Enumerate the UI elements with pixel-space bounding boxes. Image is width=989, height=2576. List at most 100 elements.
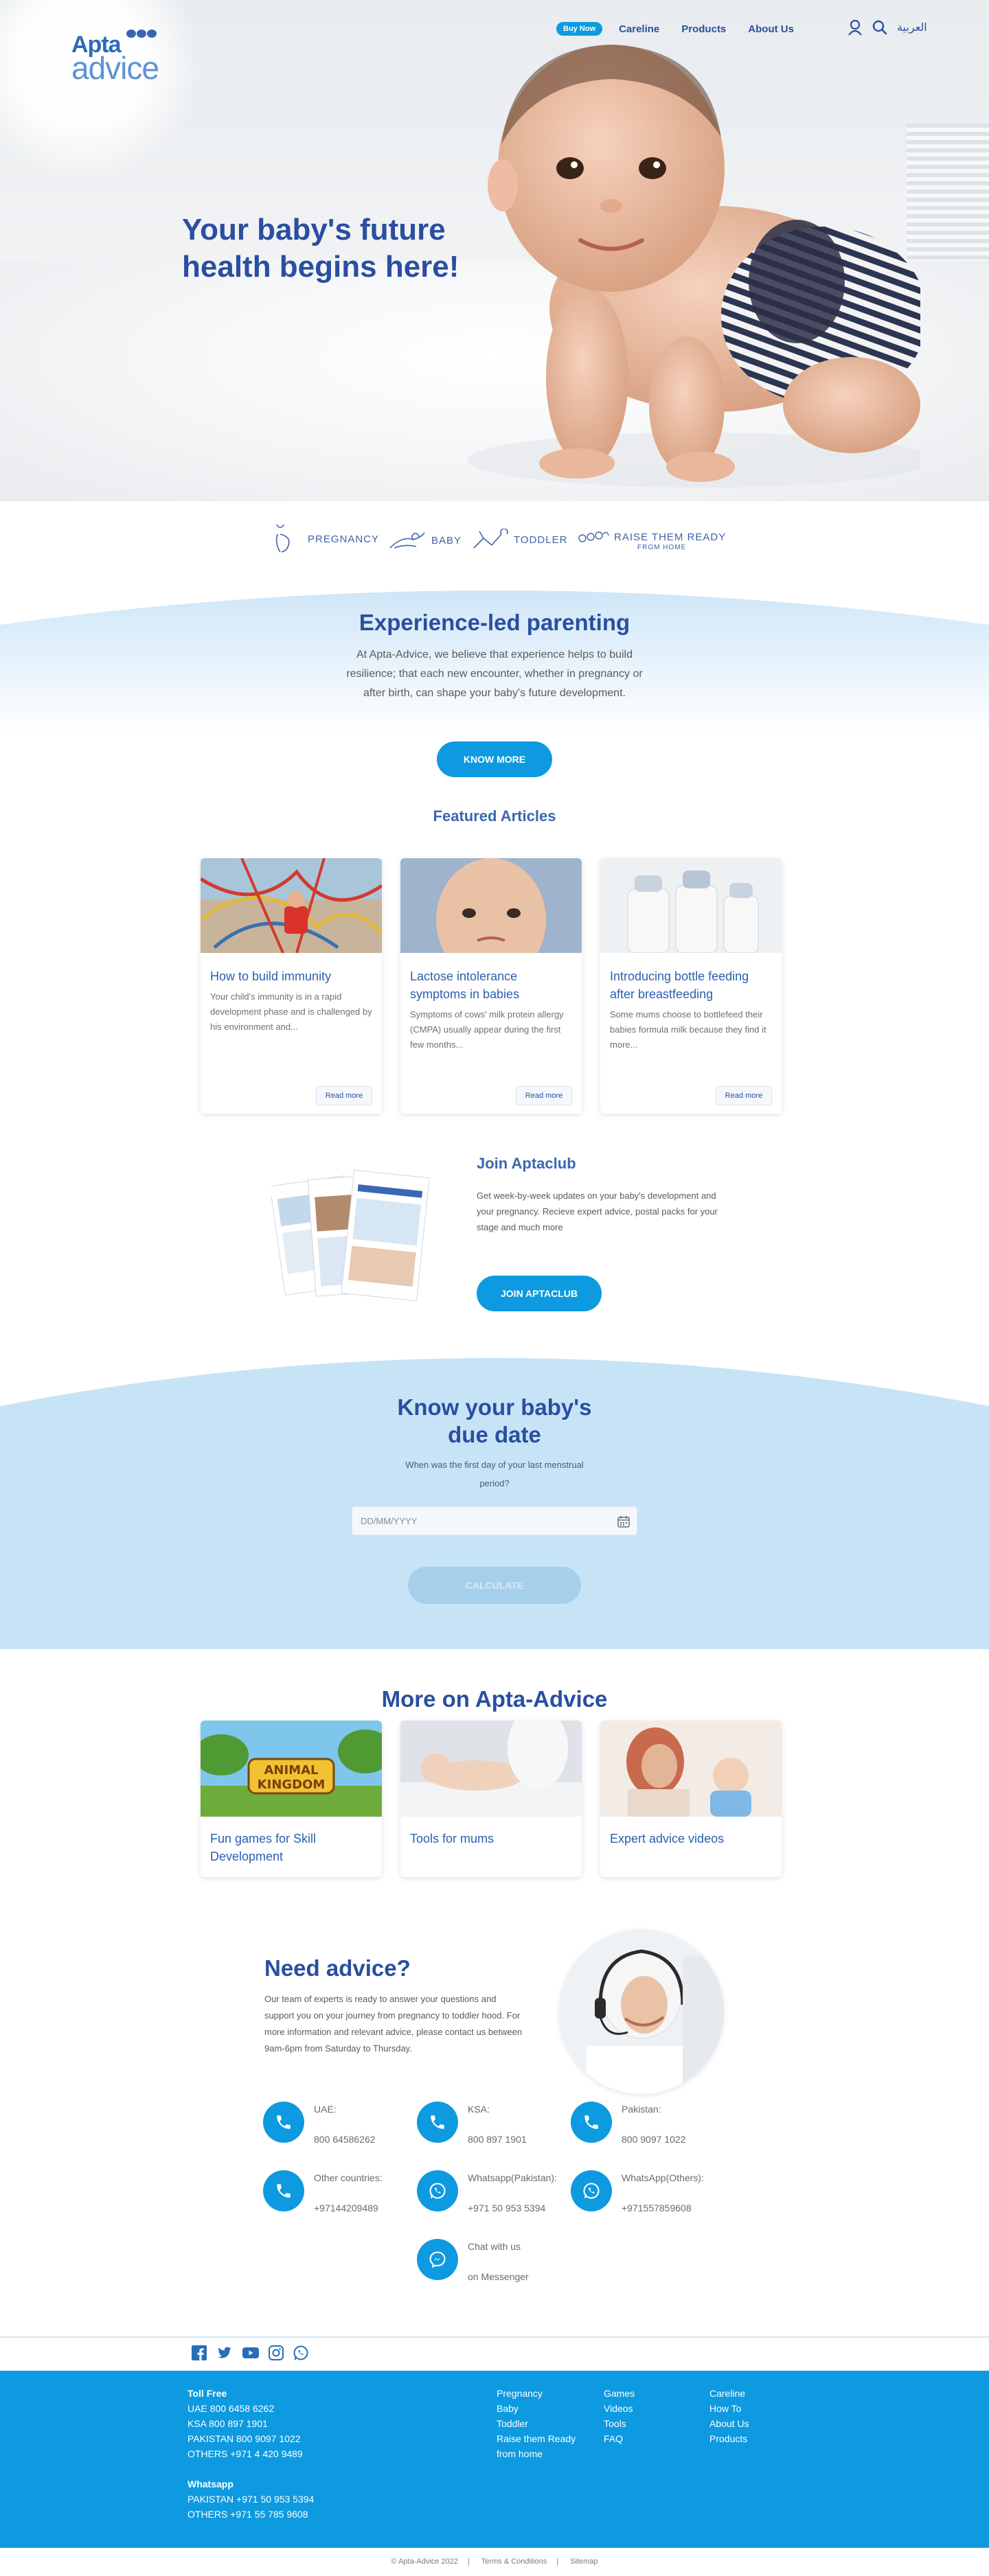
aptaclub-brochures-image xyxy=(271,1169,429,1302)
footer-link[interactable]: Toddler xyxy=(497,2416,576,2431)
article-title[interactable]: Lactose intolerance symptoms in babies xyxy=(400,967,582,1003)
hero-baby-image xyxy=(467,45,920,487)
footer-phone[interactable]: KSA 800 897 1901 xyxy=(187,2416,314,2431)
pregnancy-icon xyxy=(275,525,290,553)
contact-label: UAE: xyxy=(314,2104,337,2115)
more-card-title[interactable]: Fun games for Skill Development xyxy=(201,1830,382,1865)
footer-phone[interactable]: OTHERS +971 55 785 9608 xyxy=(187,2507,314,2522)
phone-icon[interactable] xyxy=(263,2170,304,2211)
terms-link[interactable]: Terms & Conditions xyxy=(481,2557,547,2566)
buy-now-button[interactable]: Buy Now xyxy=(556,22,603,36)
stage-toddler[interactable]: TODDLER xyxy=(471,529,567,551)
read-more-button[interactable]: Read more xyxy=(516,1086,572,1105)
stage-raise-them-ready[interactable]: RAISE THEM READY FROM HOME xyxy=(577,529,727,551)
due-date-title: Know your baby's due date xyxy=(0,1394,989,1449)
nav-about-us[interactable]: About Us xyxy=(748,23,794,35)
footer-link[interactable]: Games xyxy=(604,2386,635,2401)
contact-label: Whatsapp(Pakistan): xyxy=(468,2172,557,2183)
article-title[interactable]: How to build immunity xyxy=(201,967,382,985)
date-input[interactable]: DD/MM/YYYY xyxy=(352,1506,637,1535)
footer-link[interactable]: Products xyxy=(709,2431,749,2446)
user-icon[interactable] xyxy=(848,19,863,36)
stage-baby[interactable]: BABY xyxy=(389,530,462,551)
more-card-games[interactable]: ANIMAL KINGDOM Fun games for Skill Devel… xyxy=(201,1721,382,1877)
read-more-button[interactable]: Read more xyxy=(316,1086,372,1105)
whatsapp-icon[interactable] xyxy=(417,2170,458,2211)
calculate-button[interactable]: CALCULATE xyxy=(408,1567,581,1604)
contact-other-countries[interactable]: Other countries: +97144209489 xyxy=(263,2170,383,2216)
stage-label: TODDLER xyxy=(514,533,568,546)
more-card-videos[interactable]: Expert advice videos xyxy=(600,1721,782,1877)
more-card-tools[interactable]: Tools for mums xyxy=(400,1721,582,1877)
calendar-icon[interactable] xyxy=(617,1515,630,1528)
stage-label: BABY xyxy=(431,534,462,547)
footer-phone[interactable]: OTHERS +971 4 420 9489 xyxy=(187,2446,314,2461)
contact-value[interactable]: 800 897 1901 xyxy=(468,2132,527,2148)
contact-value[interactable]: on Messenger xyxy=(468,2269,529,2285)
more-title: More on Apta-Advice xyxy=(381,1686,608,1712)
more-card-title[interactable]: Tools for mums xyxy=(400,1830,582,1848)
baby-icon xyxy=(389,532,425,549)
tools-for-mums-image xyxy=(400,1721,582,1817)
article-card[interactable]: Lactose intolerance symptoms in babies S… xyxy=(400,858,582,1114)
expert-advice-image xyxy=(600,1721,782,1817)
article-card[interactable]: Introducing bottle feeding after breastf… xyxy=(600,858,782,1114)
facebook-icon[interactable] xyxy=(191,2345,207,2365)
footer-link[interactable]: About Us xyxy=(709,2416,749,2431)
whatsapp-icon[interactable] xyxy=(571,2170,612,2211)
twitter-icon[interactable] xyxy=(216,2345,234,2365)
contact-value[interactable]: 800 64586262 xyxy=(314,2132,376,2148)
messenger-icon[interactable] xyxy=(417,2239,458,2280)
contact-pakistan[interactable]: Pakistan: 800 9097 1022 xyxy=(571,2102,685,2148)
stage-links: PREGNANCY BABY TODDLER RAISE THEM READY … xyxy=(0,522,989,556)
contact-ksa[interactable]: KSA: 800 897 1901 xyxy=(417,2102,527,2148)
contact-uae[interactable]: UAE: 800 64586262 xyxy=(263,2102,376,2148)
contact-messenger[interactable]: Chat with us on Messenger xyxy=(417,2239,529,2285)
careline-agent-photo xyxy=(559,1929,724,2094)
contact-value[interactable]: +971 50 953 5394 xyxy=(468,2200,557,2216)
contact-value[interactable]: 800 9097 1022 xyxy=(622,2132,685,2148)
sitemap-link[interactable]: Sitemap xyxy=(570,2557,598,2566)
instagram-icon[interactable] xyxy=(268,2345,284,2365)
join-aptaclub-text: Get week-by-week updates on your baby's … xyxy=(477,1191,718,1232)
phone-icon[interactable] xyxy=(263,2102,304,2143)
read-more-button[interactable]: Read more xyxy=(716,1086,772,1105)
footer-link[interactable]: Videos xyxy=(604,2401,635,2416)
footer-link[interactable]: from home xyxy=(497,2446,576,2461)
youtube-icon[interactable] xyxy=(242,2345,260,2365)
footer-phone[interactable]: PAKISTAN +971 50 953 5394 xyxy=(187,2492,314,2507)
need-advice-title: Need advice? xyxy=(264,1955,411,1981)
stage-label: RAISE THEM READY xyxy=(614,531,727,543)
join-aptaclub-button[interactable]: JOIN APTACLUB xyxy=(477,1276,602,1311)
footer-link[interactable]: Pregnancy xyxy=(497,2386,576,2401)
article-title[interactable]: Introducing bottle feeding after breastf… xyxy=(600,967,782,1003)
footer-link[interactable]: FAQ xyxy=(604,2431,635,2446)
footer-heading: Whatsapp xyxy=(187,2479,234,2489)
footer-link[interactable]: Baby xyxy=(497,2401,576,2416)
nav-products[interactable]: Products xyxy=(681,23,726,35)
apta-advice-logo[interactable]: Apta advice xyxy=(71,30,181,86)
nav-careline[interactable]: Careline xyxy=(619,23,659,35)
contact-whatsapp-pakistan[interactable]: Whatsapp(Pakistan): +971 50 953 5394 xyxy=(417,2170,557,2216)
footer-phone[interactable]: PAKISTAN 800 9097 1022 xyxy=(187,2431,314,2446)
footer-link[interactable]: How To xyxy=(709,2401,749,2416)
more-card-title[interactable]: Expert advice videos xyxy=(600,1830,782,1848)
search-icon[interactable] xyxy=(872,20,887,35)
stage-pregnancy[interactable]: PREGNANCY xyxy=(271,525,379,553)
article-card[interactable]: How to build immunity Your child's immun… xyxy=(201,858,382,1114)
phone-icon[interactable] xyxy=(571,2102,612,2143)
footer-link[interactable]: Raise them Ready xyxy=(497,2431,576,2446)
know-more-button[interactable]: KNOW MORE xyxy=(437,741,552,777)
footer-link[interactable]: Careline xyxy=(709,2386,749,2401)
contact-value[interactable]: +971557859608 xyxy=(622,2200,704,2216)
footer-phone[interactable]: UAE 800 6458 6262 xyxy=(187,2401,314,2416)
phone-icon[interactable] xyxy=(417,2102,458,2143)
contact-value[interactable]: +97144209489 xyxy=(314,2200,383,2216)
contact-whatsapp-others[interactable]: WhatsApp(Others): +971557859608 xyxy=(571,2170,704,2216)
language-switch-arabic[interactable]: العربية xyxy=(897,21,927,34)
contact-label: KSA: xyxy=(468,2104,490,2115)
whatsapp-icon[interactable] xyxy=(293,2345,309,2365)
stage-sub-label: FROM HOME xyxy=(637,544,687,551)
footer-links-resources: Games Videos Tools FAQ xyxy=(604,2386,635,2446)
footer-link[interactable]: Tools xyxy=(604,2416,635,2431)
